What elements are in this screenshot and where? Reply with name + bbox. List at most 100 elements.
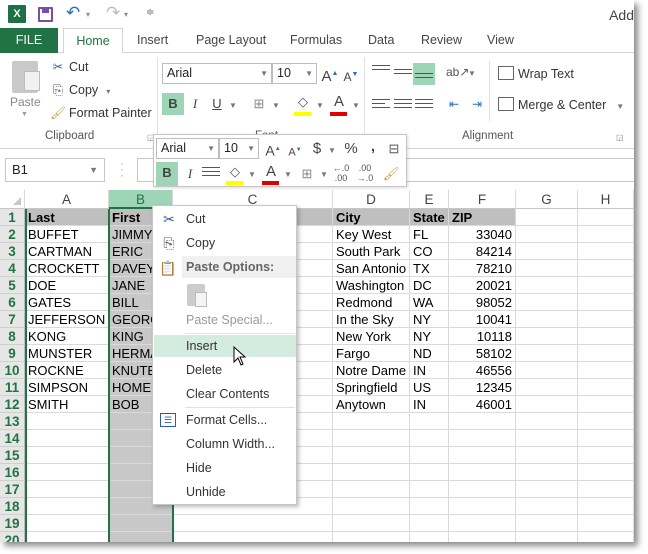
- orientation-dropdown-icon[interactable]: ▼: [468, 69, 476, 78]
- merge-dropdown-icon[interactable]: ▼: [616, 102, 624, 111]
- row-header[interactable]: 19: [0, 515, 25, 532]
- row-header[interactable]: 5: [0, 277, 25, 294]
- cell[interactable]: [109, 515, 173, 532]
- cell[interactable]: 46001: [449, 396, 516, 413]
- mini-decrease-font-icon[interactable]: A▼: [284, 139, 306, 161]
- mini-font-color-icon[interactable]: A: [260, 161, 282, 183]
- row-header[interactable]: 2: [0, 226, 25, 243]
- mini-currency-button[interactable]: $: [306, 138, 328, 160]
- orientation-icon[interactable]: ab↗: [446, 61, 469, 83]
- cell[interactable]: ND: [410, 345, 449, 362]
- copy-dropdown-icon[interactable]: ▾: [106, 87, 110, 96]
- increase-font-size-icon[interactable]: A▲: [319, 63, 341, 85]
- cell[interactable]: 84214: [449, 243, 516, 260]
- row-header[interactable]: 7: [0, 311, 25, 328]
- cell[interactable]: [578, 243, 634, 260]
- cell[interactable]: [578, 226, 634, 243]
- row-header[interactable]: 17: [0, 481, 25, 498]
- mini-center-button[interactable]: [200, 163, 222, 185]
- worksheet-grid[interactable]: A B C D E F G H 1 Last First City State ZIP 2 BUFFET JIM…: [0, 190, 634, 542]
- cell[interactable]: [516, 379, 578, 396]
- cell[interactable]: [578, 345, 634, 362]
- cell[interactable]: [578, 379, 634, 396]
- increase-indent-icon[interactable]: ⇥: [466, 93, 488, 115]
- cell[interactable]: 10041: [449, 311, 516, 328]
- column-header-f[interactable]: F: [449, 190, 516, 209]
- column-header-a[interactable]: A: [25, 190, 109, 209]
- font-name-combo[interactable]: Arial ▼: [162, 63, 272, 84]
- cell[interactable]: [578, 260, 634, 277]
- cell[interactable]: [449, 413, 516, 430]
- redo-icon[interactable]: ↷: [106, 3, 120, 23]
- cell[interactable]: [516, 226, 578, 243]
- currency-dropdown-icon[interactable]: ▼: [328, 146, 336, 155]
- cell[interactable]: 58102: [449, 345, 516, 362]
- cell[interactable]: [516, 243, 578, 260]
- font-size-combo[interactable]: 10 ▼: [272, 63, 317, 84]
- cell[interactable]: CO: [410, 243, 449, 260]
- cell[interactable]: IN: [410, 362, 449, 379]
- row-header[interactable]: 1: [0, 209, 25, 226]
- mini-font-name-combo[interactable]: Arial ▼: [156, 138, 219, 159]
- font-color-dropdown-icon[interactable]: ▼: [352, 101, 360, 110]
- cell[interactable]: [578, 294, 634, 311]
- cell[interactable]: [173, 532, 333, 542]
- decrease-indent-icon[interactable]: ⇤: [443, 93, 465, 115]
- cell[interactable]: [25, 447, 109, 464]
- increase-decimal-icon[interactable]: ←.0.00: [330, 163, 352, 185]
- decrease-font-size-icon[interactable]: A▼: [340, 64, 362, 86]
- cell[interactable]: [578, 277, 634, 294]
- paste-dropdown-icon[interactable]: ▼: [21, 111, 28, 118]
- alignment-launcher-icon[interactable]: ◲: [616, 133, 624, 142]
- cell[interactable]: San Antonio: [333, 260, 410, 277]
- cell[interactable]: JEFFERSON: [25, 311, 109, 328]
- mini-comma-button[interactable]: ,: [362, 136, 384, 158]
- cell[interactable]: NY: [410, 328, 449, 345]
- cell[interactable]: South Park: [333, 243, 410, 260]
- cell[interactable]: [449, 430, 516, 447]
- cell[interactable]: [109, 532, 173, 542]
- menu-item-clear-contents[interactable]: Clear Contents: [154, 383, 296, 405]
- copy-button[interactable]: ⎘ Copy ▾: [50, 80, 110, 100]
- middle-align-button[interactable]: [392, 65, 414, 87]
- underline-dropdown-icon[interactable]: ▼: [229, 101, 237, 110]
- menu-item-copy[interactable]: ⎘ Copy: [154, 232, 296, 254]
- cell[interactable]: [410, 430, 449, 447]
- header-cell[interactable]: [578, 209, 634, 226]
- cell[interactable]: Springfield: [333, 379, 410, 396]
- mini-fill-dropdown-icon[interactable]: ▼: [248, 170, 256, 179]
- row-header[interactable]: 14: [0, 430, 25, 447]
- cell[interactable]: [449, 498, 516, 515]
- paste-button[interactable]: Paste: [10, 95, 41, 109]
- header-cell[interactable]: Last: [25, 209, 109, 226]
- redo-dropdown-icon[interactable]: ▾: [124, 10, 128, 19]
- cell[interactable]: [25, 498, 109, 515]
- underline-button[interactable]: U: [206, 93, 228, 115]
- cell[interactable]: [516, 328, 578, 345]
- cell[interactable]: [410, 447, 449, 464]
- header-cell[interactable]: State: [410, 209, 449, 226]
- borders-icon[interactable]: ⊞: [248, 93, 270, 115]
- cell[interactable]: [449, 532, 516, 542]
- cell[interactable]: [578, 515, 634, 532]
- cell[interactable]: [516, 464, 578, 481]
- cell[interactable]: 46556: [449, 362, 516, 379]
- cell[interactable]: Anytown: [333, 396, 410, 413]
- cell[interactable]: [449, 515, 516, 532]
- row-header[interactable]: 11: [0, 379, 25, 396]
- cell[interactable]: IN: [410, 396, 449, 413]
- mini-fill-color-icon[interactable]: ◇: [224, 161, 246, 183]
- cell[interactable]: [333, 515, 410, 532]
- formula-bar-splitter[interactable]: · · ·: [120, 157, 124, 181]
- row-header[interactable]: 16: [0, 464, 25, 481]
- cell[interactable]: [25, 413, 109, 430]
- cell[interactable]: GATES: [25, 294, 109, 311]
- cell[interactable]: [449, 481, 516, 498]
- undo-dropdown-icon[interactable]: ▾: [86, 10, 90, 19]
- cell[interactable]: [410, 481, 449, 498]
- borders-dropdown-icon[interactable]: ▼: [272, 101, 280, 110]
- cell[interactable]: [516, 345, 578, 362]
- tab-insert[interactable]: Insert: [137, 28, 168, 53]
- cell[interactable]: [25, 515, 109, 532]
- cell[interactable]: [25, 464, 109, 481]
